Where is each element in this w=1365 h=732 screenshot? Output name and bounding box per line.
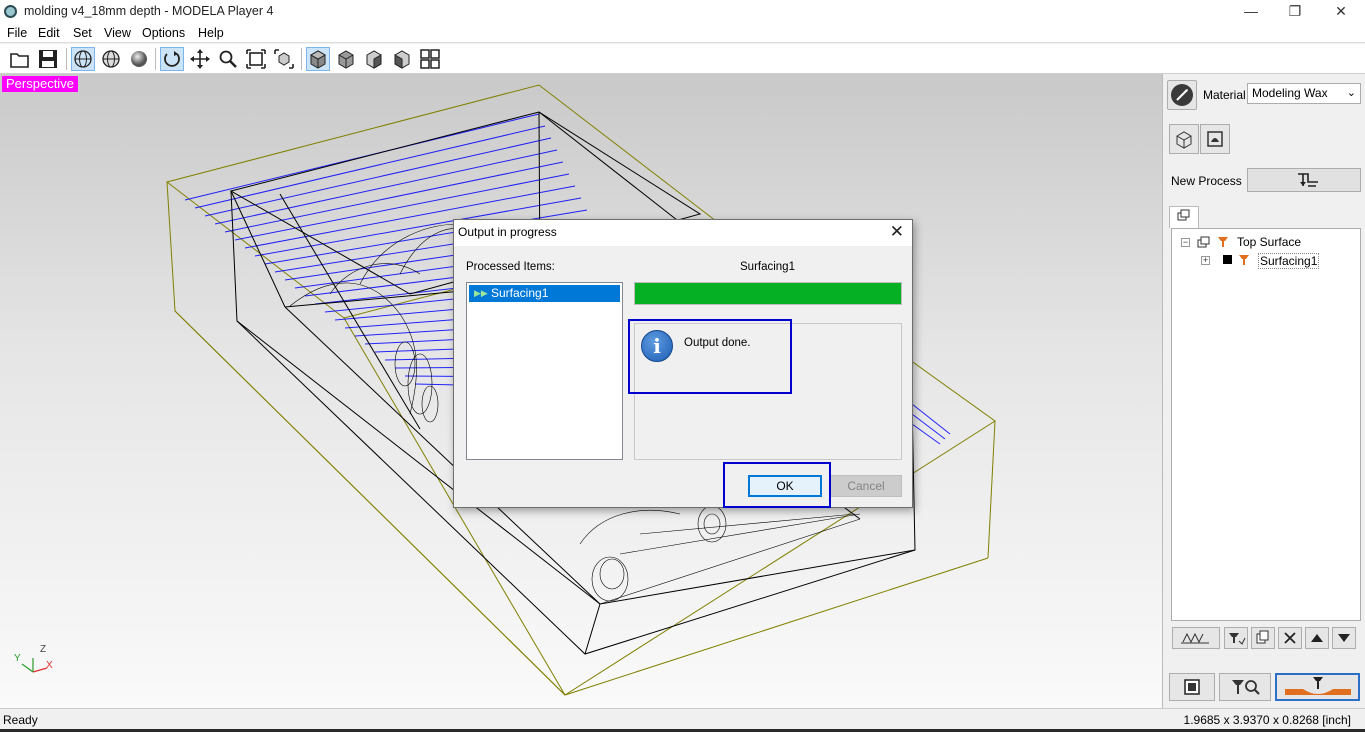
zoom-icon[interactable] [216, 47, 240, 71]
processed-items-label: Processed Items: [466, 261, 555, 273]
pan-icon[interactable] [188, 47, 212, 71]
cancel-button[interactable]: Cancel [830, 475, 902, 497]
axis-z-label: Z [40, 644, 46, 655]
fit-view-icon[interactable] [244, 47, 268, 71]
progress-fill [635, 283, 901, 304]
wireframe-globe-icon[interactable] [71, 47, 95, 71]
highlight-box [628, 319, 792, 394]
right-panel: Material Modeling Wax ⌄ New Process − To… [1162, 74, 1365, 708]
depth-button[interactable] [1200, 124, 1230, 154]
menu-file[interactable]: File [7, 26, 27, 40]
tool-orange-icon [1239, 255, 1249, 265]
chevron-down-icon: ⌄ [1346, 87, 1356, 99]
menu-options[interactable]: Options [142, 26, 185, 40]
tree-expand-icon[interactable]: + [1201, 256, 1210, 265]
menu-help[interactable]: Help [198, 26, 224, 40]
material-button[interactable] [1167, 80, 1197, 110]
menu-set[interactable]: Set [73, 26, 92, 40]
processed-items-list: ▶▶ Surfacing1 [466, 282, 623, 460]
title-bar: molding v4_18mm depth - MODELA Player 4 … [0, 0, 1365, 24]
layers-icon [1197, 236, 1210, 248]
restore-button[interactable]: ❐ [1272, 0, 1318, 24]
menu-view[interactable]: View [104, 26, 131, 40]
cut-button[interactable] [1275, 673, 1360, 701]
stock-box-button[interactable] [1169, 124, 1199, 154]
tree-item-surfacing1[interactable]: Surfacing1 [1258, 253, 1320, 269]
window-title: molding v4_18mm depth - MODELA Player 4 [24, 4, 274, 18]
move-up-icon[interactable] [1305, 627, 1329, 649]
perspective-label[interactable]: Perspective [2, 76, 78, 92]
preview-cutting-button[interactable] [1219, 673, 1271, 701]
rotate-icon[interactable] [160, 47, 184, 71]
new-process-label: New Process [1171, 174, 1242, 188]
zoom-box-icon[interactable] [272, 47, 296, 71]
dialog-title-bar: Output in progress ✕ [454, 220, 912, 246]
tool-orange-icon [1218, 237, 1228, 247]
close-window-button[interactable]: ✕ [1318, 0, 1364, 24]
new-process-button[interactable] [1247, 168, 1361, 192]
view-iso-icon[interactable] [306, 47, 330, 71]
toolbar [0, 44, 1365, 74]
sphere-icon[interactable] [127, 47, 151, 71]
status-bar: Ready 1.9685 x 3.9370 x 0.8268 [inch] [0, 708, 1365, 732]
tree-collapse-icon[interactable]: − [1181, 238, 1190, 247]
material-select[interactable]: Modeling Wax ⌄ [1247, 83, 1361, 104]
list-item[interactable]: ▶▶ Surfacing1 [469, 285, 620, 302]
delete-icon[interactable] [1278, 627, 1302, 649]
copy-icon[interactable] [1251, 627, 1275, 649]
material-value: Modeling Wax [1252, 86, 1328, 100]
shaded-globe-icon[interactable] [99, 47, 123, 71]
open-icon[interactable] [8, 47, 32, 71]
process-color-swatch [1223, 255, 1232, 264]
axis-triad [21, 658, 48, 673]
axis-y-label: Y [14, 653, 21, 664]
move-down-icon[interactable] [1332, 627, 1356, 649]
save-icon[interactable] [36, 47, 60, 71]
material-label: Material [1203, 88, 1246, 102]
view-back-icon[interactable] [390, 47, 414, 71]
status-text: Ready [3, 713, 38, 727]
view-front-icon[interactable] [334, 47, 358, 71]
app-icon [4, 5, 17, 18]
highlight-box [723, 462, 831, 508]
menu-edit[interactable]: Edit [38, 26, 60, 40]
process-list-button[interactable] [1169, 673, 1215, 701]
tree-item-top-surface[interactable]: Top Surface [1237, 235, 1301, 249]
list-item-label: Surfacing1 [491, 286, 549, 300]
dialog-title: Output in progress [458, 225, 557, 239]
play-forward-icon: ▶▶ [474, 288, 488, 298]
progress-bar [634, 282, 902, 305]
edit-process-button[interactable] [1224, 627, 1248, 649]
axis-x-label: X [46, 660, 53, 671]
process-tree-tab[interactable] [1169, 206, 1199, 228]
output-progress-dialog: Output in progress ✕ Processed Items: ▶▶… [453, 219, 913, 508]
view-side-icon[interactable] [362, 47, 386, 71]
menu-bar: File Edit Set View Options Help [0, 24, 1365, 43]
model-dimensions: 1.9685 x 3.9370 x 0.8268 [inch] [1183, 713, 1351, 727]
minimize-button[interactable]: — [1228, 0, 1274, 24]
view-quad-icon[interactable] [418, 47, 442, 71]
process-tree: − Top Surface + Surfacing1 [1171, 228, 1361, 621]
current-task-label: Surfacing1 [740, 261, 795, 273]
close-icon[interactable]: ✕ [890, 222, 904, 242]
toolpath-preview-button[interactable] [1172, 627, 1220, 649]
